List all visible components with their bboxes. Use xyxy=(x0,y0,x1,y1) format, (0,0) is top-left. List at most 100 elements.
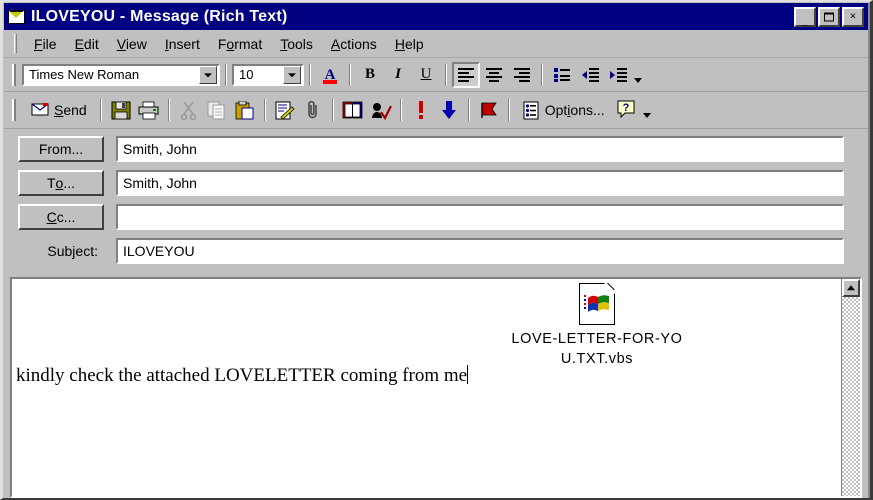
align-right-button[interactable] xyxy=(508,62,536,88)
font-color-button[interactable]: A xyxy=(316,62,344,88)
cc-field[interactable] xyxy=(116,204,844,230)
maximize-button[interactable] xyxy=(818,6,840,27)
toolbar-separator xyxy=(399,99,402,121)
message-body-text[interactable]: kindly check the attached LOVELETTER com… xyxy=(16,365,469,387)
flag-button[interactable] xyxy=(475,97,503,123)
envelope-send-icon xyxy=(31,103,49,116)
down-arrow-icon xyxy=(441,101,456,119)
toolbar-separator xyxy=(541,63,543,86)
menu-label-help: elp xyxy=(404,35,424,52)
send-label: Send xyxy=(54,102,87,118)
toolbar-overflow-chevron-icon[interactable] xyxy=(641,98,653,122)
address-book-button[interactable] xyxy=(339,97,367,123)
toolbar-grip[interactable] xyxy=(12,99,16,121)
scroll-up-button[interactable] xyxy=(842,279,860,297)
cc-row: Cc... xyxy=(4,203,868,231)
toolbar-separator xyxy=(99,99,102,121)
check-names-button[interactable] xyxy=(367,97,395,123)
options-button[interactable]: Options... xyxy=(515,97,613,123)
menu-label-edit: dit xyxy=(83,35,99,52)
options-icon xyxy=(523,101,539,119)
align-right-icon xyxy=(514,67,530,82)
decrease-indent-button[interactable] xyxy=(576,62,604,88)
copy-icon xyxy=(207,101,225,119)
menu-item-insert[interactable]: Insert xyxy=(156,34,209,54)
attach-button[interactable] xyxy=(299,97,327,123)
bold-button[interactable]: B xyxy=(356,62,384,88)
increase-indent-button[interactable] xyxy=(604,62,632,88)
save-button[interactable] xyxy=(107,97,135,123)
to-field[interactable]: Smith, John xyxy=(116,170,844,196)
font-color-icon: A xyxy=(323,67,337,84)
message-header-fields: From... Smith, John To... Smith, John Cc… xyxy=(4,129,868,275)
menu-item-actions[interactable]: Actions xyxy=(322,34,386,54)
text-caret xyxy=(467,365,469,384)
flag-icon xyxy=(481,102,497,118)
menu-item-edit[interactable]: Edit xyxy=(66,34,108,54)
font-size-value: 10 xyxy=(239,67,254,82)
bullets-button[interactable] xyxy=(548,62,576,88)
menu-item-view[interactable]: View xyxy=(108,34,156,54)
toolbar-separator xyxy=(167,99,170,121)
underline-button[interactable]: U xyxy=(412,62,440,88)
to-button[interactable]: To... xyxy=(18,170,104,196)
align-center-icon xyxy=(486,67,502,82)
menu-item-format[interactable]: Format xyxy=(209,34,271,54)
from-button[interactable]: From... xyxy=(18,136,104,162)
attachment-filename-line1: LOVE-LETTER-FOR-Y xyxy=(511,331,671,347)
paste-button[interactable] xyxy=(231,97,259,123)
toolbar-separator xyxy=(225,63,227,86)
menu-item-file[interactable]: File xyxy=(25,34,66,54)
toolbar-grip[interactable] xyxy=(12,63,16,86)
send-button[interactable]: Send xyxy=(22,97,95,123)
toolbar-separator xyxy=(445,63,447,86)
font-name-combo[interactable]: Times New Roman xyxy=(22,63,220,86)
copy-button[interactable] xyxy=(203,97,231,123)
formatting-toolbar: Times New Roman 10 A B I U xyxy=(4,58,868,92)
toolbar-separator xyxy=(349,63,351,86)
check-names-icon xyxy=(371,102,392,120)
subject-label: Subject: xyxy=(47,243,98,259)
align-left-button[interactable] xyxy=(452,61,480,88)
close-button[interactable]: × xyxy=(842,6,864,27)
menu-label-view: iew xyxy=(125,35,147,52)
bold-icon: B xyxy=(364,66,375,82)
font-size-combo[interactable]: 10 xyxy=(232,63,304,86)
message-body-area[interactable]: kindly check the attached LOVELETTER com… xyxy=(10,277,862,498)
minimize-button[interactable]: _ xyxy=(794,6,816,27)
cut-button[interactable] xyxy=(175,97,203,123)
subject-row: Subject: ILOVEYOU xyxy=(4,237,868,265)
menu-label-file: ile xyxy=(42,35,57,52)
windows-flag-icon xyxy=(588,295,609,312)
chevron-down-icon[interactable] xyxy=(199,65,217,84)
menu-label-insert: nsert xyxy=(168,35,200,52)
menu-label-tools: ools xyxy=(287,35,313,52)
bullet-list-icon xyxy=(554,67,570,82)
chevron-down-icon[interactable] xyxy=(283,65,301,84)
subject-field[interactable]: ILOVEYOU xyxy=(116,238,844,264)
options-label: Options... xyxy=(544,102,605,118)
menu-item-help[interactable]: Help xyxy=(386,34,433,54)
underline-icon: U xyxy=(420,66,432,82)
insert-file-button[interactable] xyxy=(271,97,299,123)
svg-text:?: ? xyxy=(622,102,629,114)
attachment-item[interactable]: LOVE-LETTER-FOR-YOU.TXT.vbs xyxy=(509,283,685,369)
menu-item-tools[interactable]: Tools xyxy=(271,34,322,54)
attachment-filename: LOVE-LETTER-FOR-YOU.TXT.vbs xyxy=(509,330,685,369)
italic-icon: I xyxy=(395,66,401,82)
cc-button[interactable]: Cc... xyxy=(18,204,104,230)
italic-button[interactable]: I xyxy=(384,62,412,88)
printer-icon xyxy=(138,101,159,119)
importance-high-button[interactable] xyxy=(407,97,435,123)
toolbar-overflow-chevron-icon[interactable] xyxy=(632,63,644,87)
menu-label-actions: ctions xyxy=(340,35,377,52)
menu-bar: File Edit View Insert Format Tools Actio… xyxy=(4,30,868,58)
align-center-button[interactable] xyxy=(480,62,508,88)
font-name-value: Times New Roman xyxy=(29,67,140,82)
print-button[interactable] xyxy=(135,97,163,123)
help-button[interactable]: ? xyxy=(613,97,641,123)
vertical-scrollbar[interactable] xyxy=(841,279,860,496)
importance-low-button[interactable] xyxy=(435,97,463,123)
standard-toolbar: Send Options... ? xyxy=(4,92,868,129)
from-field[interactable]: Smith, John xyxy=(116,136,844,162)
